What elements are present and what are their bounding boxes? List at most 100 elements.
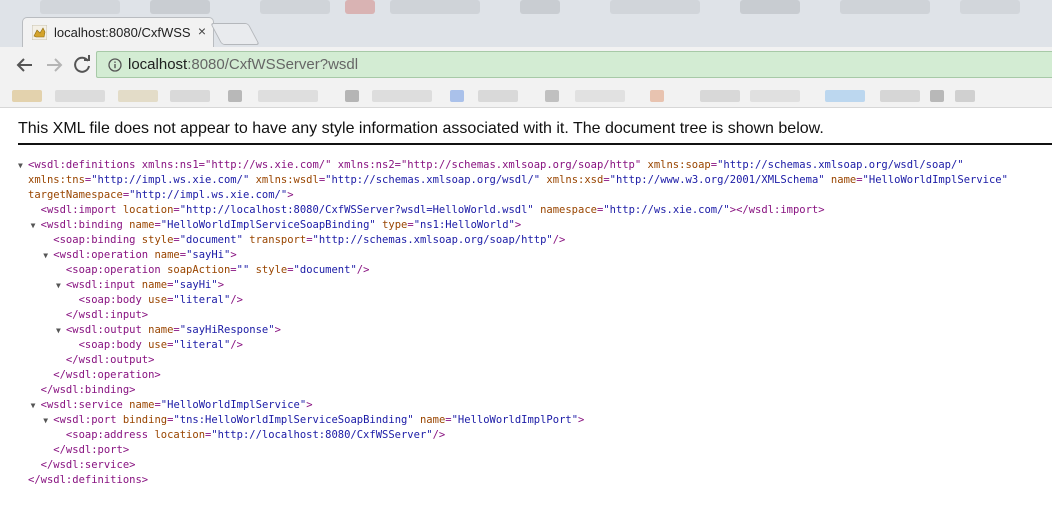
blurred-tab[interactable] bbox=[390, 0, 480, 14]
xml-line: ▼ <soap:operation soapAction="" style="d… bbox=[18, 263, 1008, 278]
bookmark-item[interactable] bbox=[930, 90, 944, 102]
xml-line: ▼ <wsdl:service name="HelloWorldImplServi… bbox=[18, 398, 1008, 413]
bookmark-item[interactable] bbox=[345, 90, 359, 102]
blurred-tab[interactable] bbox=[840, 0, 930, 14]
collapse-triangle-icon[interactable]: ▼ bbox=[43, 413, 53, 428]
page-content: This XML file does not appear to have an… bbox=[0, 108, 1052, 517]
bookmark-item[interactable] bbox=[55, 90, 105, 102]
xml-line: ▼ </wsdl:input> bbox=[18, 308, 1008, 323]
xml-line: ▼ </wsdl:port> bbox=[18, 443, 1008, 458]
address-bar[interactable]: localhost:8080/CxfWSServer?wsdl bbox=[96, 51, 1052, 78]
bookmark-item[interactable] bbox=[955, 90, 975, 102]
blurred-tab[interactable] bbox=[150, 0, 210, 14]
bookmarks-bar bbox=[0, 83, 1052, 108]
xml-line: ▼ </wsdl:output> bbox=[18, 353, 1008, 368]
tomcat-favicon-icon bbox=[32, 25, 47, 40]
blurred-tab[interactable] bbox=[345, 0, 375, 14]
xml-line-text: </wsdl:output> bbox=[28, 354, 155, 366]
bookmark-item[interactable] bbox=[170, 90, 210, 102]
info-divider bbox=[18, 143, 1052, 145]
xml-line: ▼ </wsdl:operation> bbox=[18, 368, 1008, 383]
xml-tree: ▼ <wsdl:definitions xmlns:ns1="http://ws.… bbox=[18, 158, 1008, 488]
xml-line: ▼ <soap:binding style="document" transpo… bbox=[18, 233, 1008, 248]
collapse-triangle-icon[interactable]: ▼ bbox=[31, 398, 41, 413]
tab-strip: localhost:8080/CxfWSS × bbox=[0, 0, 1052, 47]
bookmark-item[interactable] bbox=[450, 90, 464, 102]
xml-line: ▼ <wsdl:definitions xmlns:ns1="http://ws.… bbox=[18, 158, 1008, 173]
collapse-triangle-icon[interactable]: ▼ bbox=[18, 158, 28, 173]
url-host: localhost bbox=[128, 56, 188, 73]
xml-line-text: <soap:operation soapAction="" style="doc… bbox=[28, 264, 370, 276]
xml-line-text: <soap:body use="literal"/> bbox=[28, 339, 243, 351]
xml-line: ▼ <wsdl:import location="http://localhos… bbox=[18, 203, 1008, 218]
bookmark-item[interactable] bbox=[12, 90, 42, 102]
info-icon[interactable] bbox=[108, 58, 122, 72]
bookmark-item[interactable] bbox=[880, 90, 920, 102]
active-tab[interactable]: localhost:8080/CxfWSS × bbox=[22, 17, 214, 47]
bookmark-item[interactable] bbox=[258, 90, 318, 102]
xml-line: ▼ <wsdl:output name="sayHiResponse"> bbox=[18, 323, 1008, 338]
xml-line: ▼ </wsdl:binding> bbox=[18, 383, 1008, 398]
xml-line-text: <wsdl:output name="sayHiResponse"> bbox=[65, 324, 281, 336]
xml-line-text: <wsdl:service name="HelloWorldImplServic… bbox=[40, 399, 313, 411]
bookmark-item[interactable] bbox=[575, 90, 625, 102]
xml-line: ▼targetNamespace="http://impl.ws.xie.com… bbox=[18, 188, 1008, 203]
bookmark-item[interactable] bbox=[650, 90, 664, 102]
url-text[interactable]: localhost:8080/CxfWSServer?wsdl bbox=[128, 56, 358, 73]
bookmark-item[interactable] bbox=[545, 90, 559, 102]
toolbar: localhost:8080/CxfWSServer?wsdl bbox=[0, 47, 1052, 83]
xml-line-text: targetNamespace="http://impl.ws.xie.com/… bbox=[28, 189, 294, 201]
xml-line-text: <wsdl:input name="sayHi"> bbox=[65, 279, 225, 291]
xml-line-text: </wsdl:service> bbox=[28, 459, 136, 471]
xml-line-text: <soap:address location="http://localhost… bbox=[28, 429, 446, 441]
new-tab-button[interactable] bbox=[210, 23, 260, 45]
xml-line: ▼ <wsdl:port binding="tns:HelloWorldImplS… bbox=[18, 413, 1008, 428]
xml-line-text: xmlns:tns="http://impl.ws.xie.com/" xmln… bbox=[28, 174, 1008, 186]
xml-line: ▼ <wsdl:input name="sayHi"> bbox=[18, 278, 1008, 293]
bookmark-item[interactable] bbox=[228, 90, 242, 102]
bookmark-item[interactable] bbox=[825, 90, 865, 102]
tab-close-icon[interactable]: × bbox=[195, 23, 209, 39]
xml-line: ▼ <wsdl:operation name="sayHi"> bbox=[18, 248, 1008, 263]
xml-line-text: <wsdl:definitions xmlns:ns1="http://ws.x… bbox=[28, 159, 964, 171]
collapse-triangle-icon[interactable]: ▼ bbox=[56, 323, 66, 338]
bookmark-item[interactable] bbox=[700, 90, 740, 102]
bookmark-item[interactable] bbox=[372, 90, 432, 102]
blurred-tab[interactable] bbox=[740, 0, 800, 14]
blurred-tab[interactable] bbox=[260, 0, 330, 14]
bookmark-item[interactable] bbox=[118, 90, 158, 102]
xml-line-text: </wsdl:input> bbox=[28, 309, 149, 321]
xml-line: ▼</wsdl:definitions> bbox=[18, 473, 1008, 488]
blurred-tab[interactable] bbox=[960, 0, 1020, 14]
xml-line-text: </wsdl:operation> bbox=[28, 369, 161, 381]
reload-icon[interactable] bbox=[69, 52, 95, 78]
tab-title: localhost:8080/CxfWSS bbox=[54, 25, 191, 40]
bookmark-item[interactable] bbox=[750, 90, 800, 102]
xml-line-text: <wsdl:binding name="HelloWorldImplServic… bbox=[40, 219, 522, 231]
collapse-triangle-icon[interactable]: ▼ bbox=[31, 218, 41, 233]
xml-line-text: </wsdl:binding> bbox=[28, 384, 136, 396]
xml-line-text: <soap:binding style="document" transport… bbox=[28, 234, 566, 246]
forward-arrow-icon[interactable] bbox=[41, 52, 67, 78]
xml-line-text: </wsdl:port> bbox=[28, 444, 130, 456]
back-arrow-icon[interactable] bbox=[12, 52, 38, 78]
xml-line-text: <wsdl:port binding="tns:HelloWorldImplSe… bbox=[53, 414, 585, 426]
collapse-triangle-icon[interactable]: ▼ bbox=[56, 278, 66, 293]
collapse-triangle-icon[interactable]: ▼ bbox=[43, 248, 53, 263]
xml-line-text: </wsdl:definitions> bbox=[28, 474, 149, 486]
xml-line-text: <soap:body use="literal"/> bbox=[28, 294, 243, 306]
xml-line: ▼ <wsdl:binding name="HelloWorldImplServi… bbox=[18, 218, 1008, 233]
blurred-tab[interactable] bbox=[40, 0, 120, 14]
xml-line: ▼ </wsdl:service> bbox=[18, 458, 1008, 473]
blurred-tab[interactable] bbox=[520, 0, 560, 14]
xml-info-message: This XML file does not appear to have an… bbox=[18, 120, 824, 137]
xml-line: ▼ <soap:body use="literal"/> bbox=[18, 293, 1008, 308]
xml-line: ▼ <soap:address location="http://localho… bbox=[18, 428, 1008, 443]
blurred-tab[interactable] bbox=[610, 0, 700, 14]
xml-line: ▼ <soap:body use="literal"/> bbox=[18, 338, 1008, 353]
bookmark-item[interactable] bbox=[478, 90, 518, 102]
xml-line-text: <wsdl:operation name="sayHi"> bbox=[53, 249, 237, 261]
xml-line: ▼xmlns:tns="http://impl.ws.xie.com/" xml… bbox=[18, 173, 1008, 188]
url-path: :8080/CxfWSServer?wsdl bbox=[187, 56, 359, 73]
xml-line-text: <wsdl:import location="http://localhost:… bbox=[28, 204, 825, 216]
